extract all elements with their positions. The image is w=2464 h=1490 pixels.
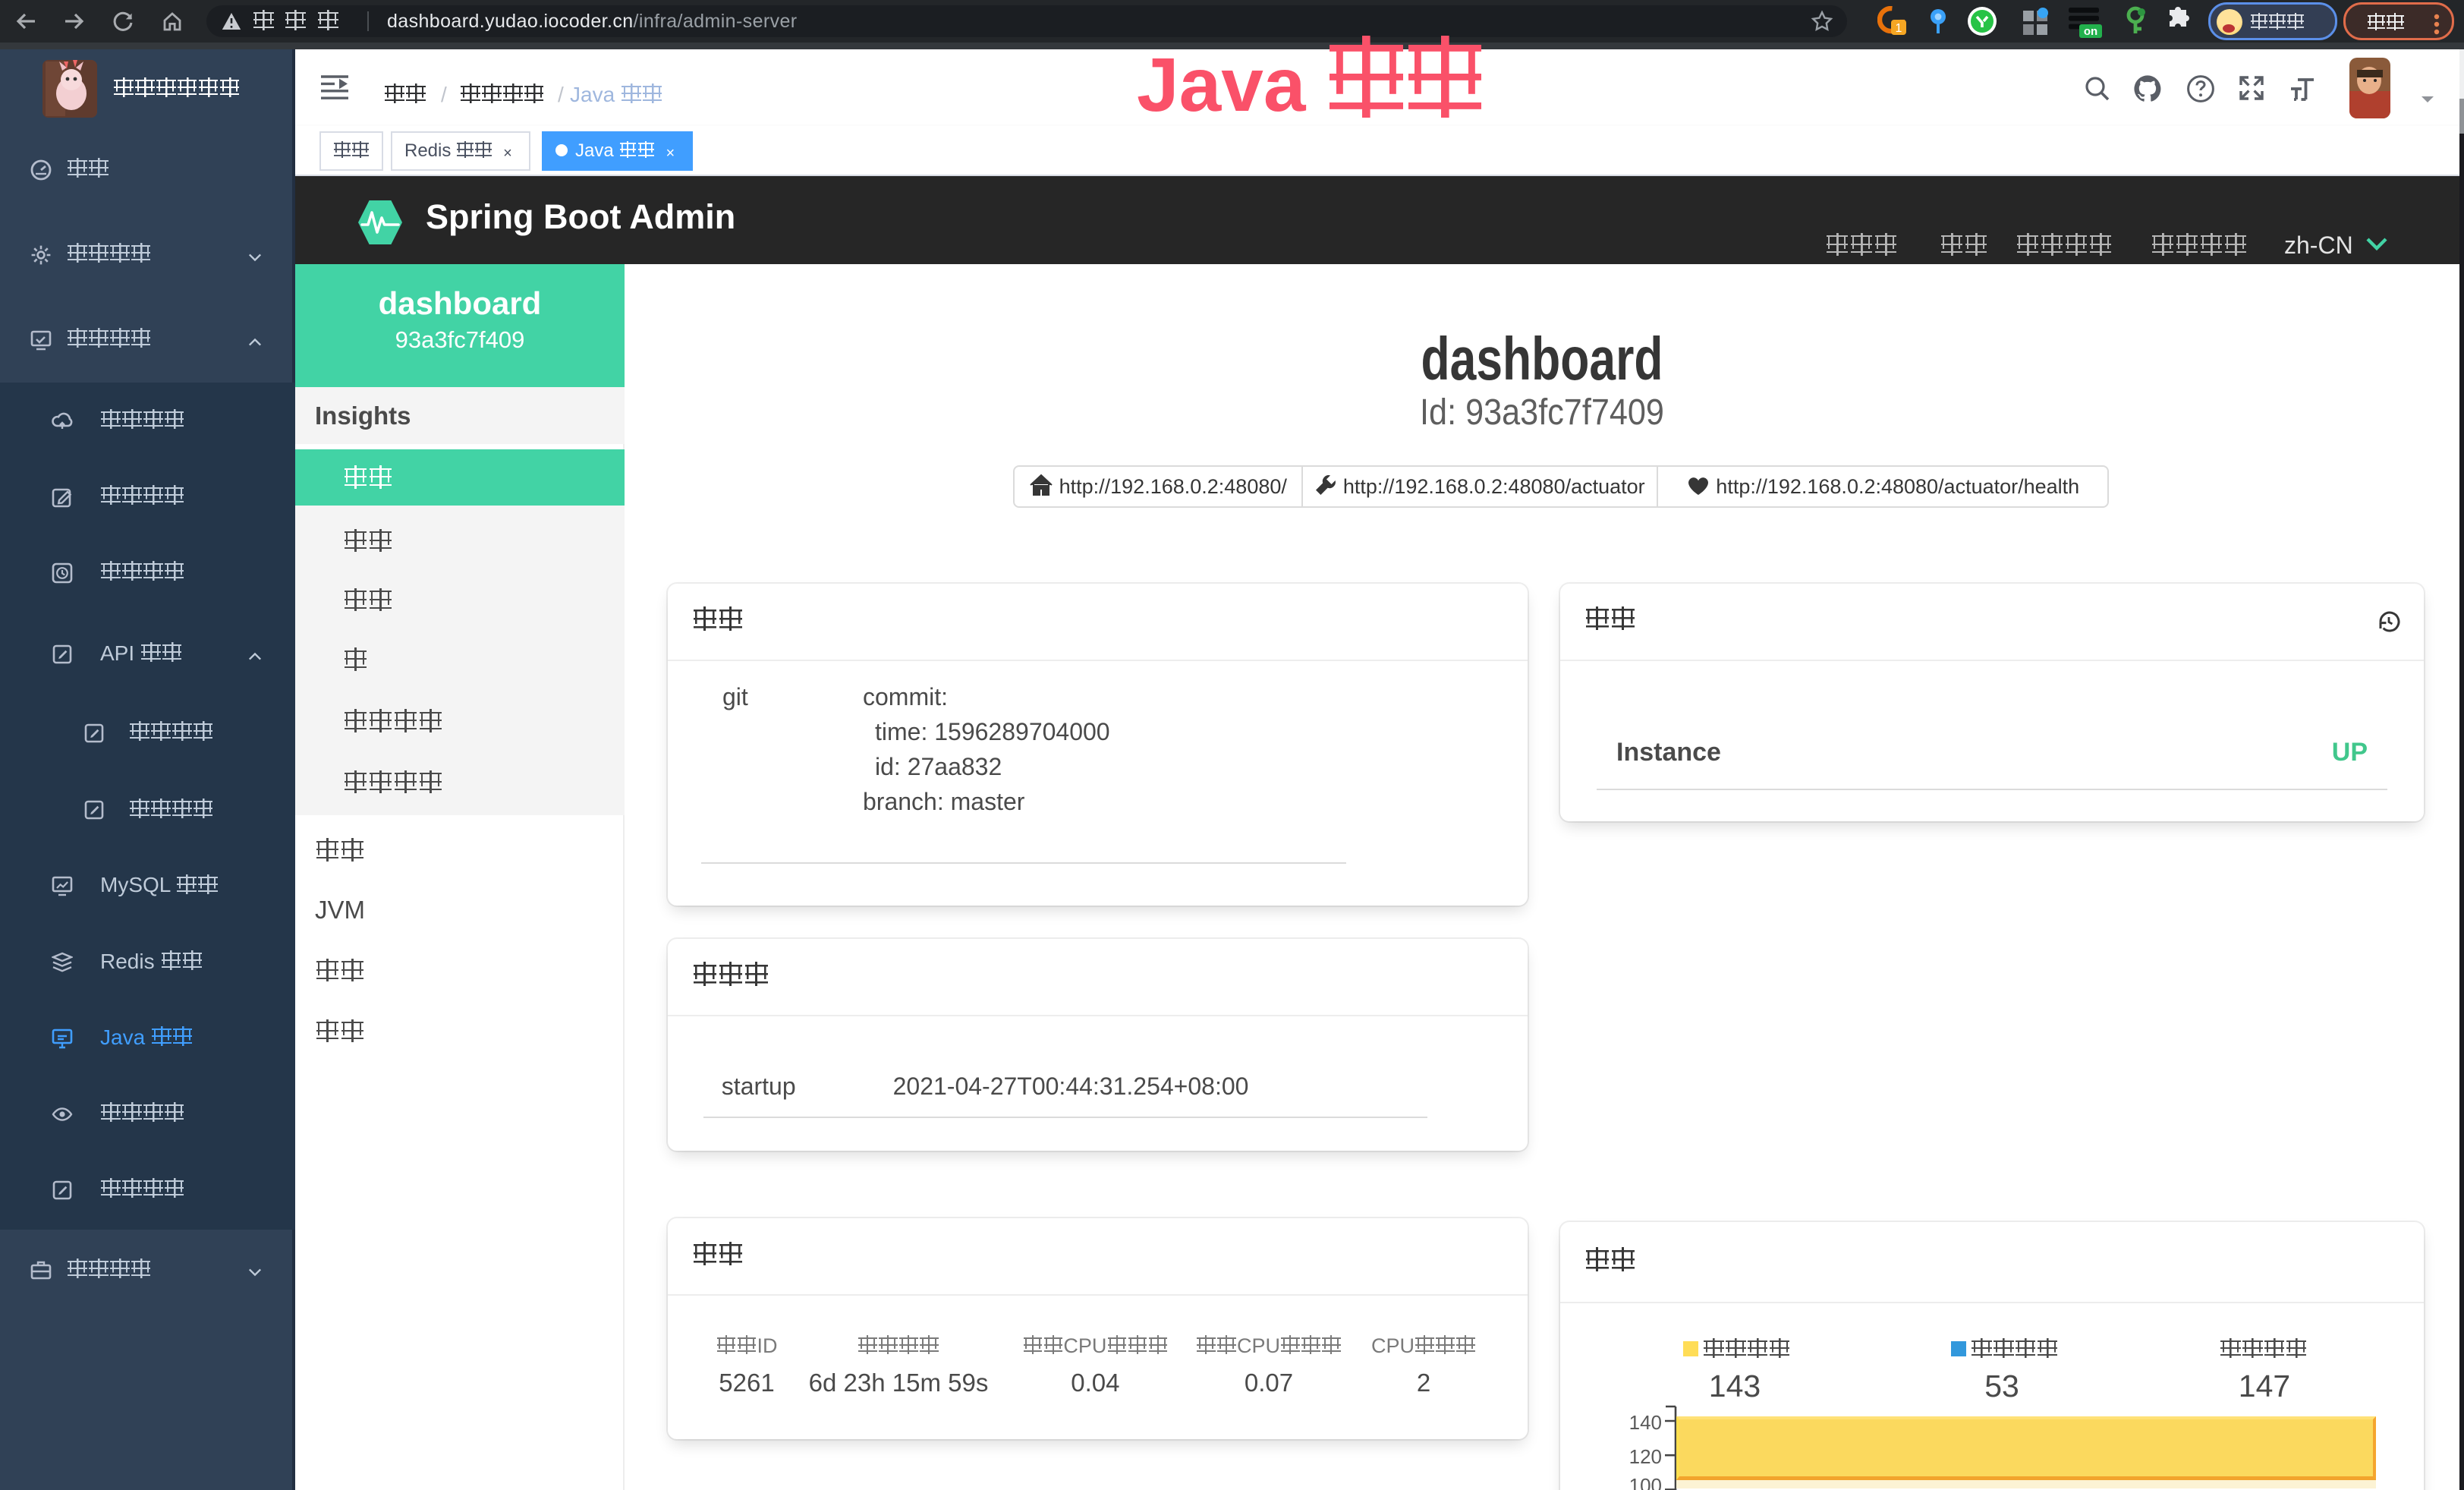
svg-text:on: on — [2084, 25, 2097, 38]
svg-text:1: 1 — [1896, 22, 1902, 35]
